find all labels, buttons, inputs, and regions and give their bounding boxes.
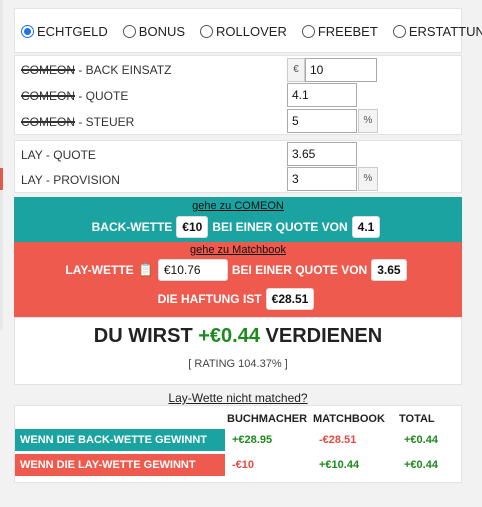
cell-bookmaker: -€10: [232, 459, 255, 471]
back-bet-card: COMEON - BACK EINSATZ € 10 COMEON - QUOT…: [14, 55, 462, 135]
goto-exchange-link[interactable]: gehe zu Matchbook: [14, 244, 462, 256]
table-row: WENN DIE LAY-WETTE GEWINNT -€10 +€10.44 …: [15, 454, 463, 476]
radio-label: ROLLOVER: [216, 24, 287, 39]
radio-bonus[interactable]: BONUS: [122, 24, 186, 39]
lay-odds-label: LAY - QUOTE: [21, 148, 96, 162]
lay-commission-row: LAY - PROVISION 3 %: [15, 167, 461, 193]
lay-result-mid: BEI EINER QUOTE VON: [231, 263, 368, 277]
table-row: WENN DIE BACK-WETTE GEWINNT +€28.95 -€28…: [15, 429, 463, 451]
back-tax-row: COMEON - STEUER 5 %: [15, 109, 461, 135]
profit-headline: DU WIRST +€0.44 VERDIENEN: [15, 325, 461, 348]
profit-amount: +€0.44: [198, 325, 260, 347]
back-stake-row: COMEON - BACK EINSATZ € 10: [15, 57, 461, 83]
bet-type-radio-group: ECHTGELD BONUS ROLLOVER FREEBET ERSTATTU…: [15, 9, 482, 54]
back-result-panel: gehe zu COMEON BACK-WETTE €10 BEI EINER …: [14, 197, 462, 242]
outcome-table: BUCHMACHER MATCHBOOK TOTAL WENN DIE BACK…: [14, 405, 462, 483]
percent-addon: %: [358, 167, 378, 191]
back-result-line: BACK-WETTE €10 BEI EINER QUOTE VON 4.1: [14, 216, 462, 238]
lay-result-prefix: LAY-WETTE: [65, 263, 134, 277]
back-tax-label: COMEON - STEUER: [21, 115, 134, 129]
cell-total: +€0.44: [404, 459, 438, 471]
lay-stake-chip: €10.76: [157, 259, 228, 281]
back-odds-input[interactable]: 4.1: [287, 83, 357, 107]
cell-total: +€0.44: [404, 434, 438, 446]
row-label-lay-wins: WENN DIE LAY-WETTE GEWINNT: [15, 454, 225, 476]
back-stake-label-text: - BACK EINSATZ: [75, 63, 172, 77]
currency-addon: €: [287, 58, 305, 82]
header-exchange: MATCHBOOK: [313, 413, 385, 425]
rating-text: [ RATING 104.37% ]: [188, 358, 288, 370]
lay-not-matched-link[interactable]: Lay-Wette nicht matched?: [14, 391, 462, 405]
radio-unchecked-icon[interactable]: [392, 25, 406, 38]
back-odds-label-text: - QUOTE: [75, 89, 129, 103]
row-label-back-wins: WENN DIE BACK-WETTE GEWINNT: [15, 429, 225, 451]
back-odds-chip: 4.1: [351, 216, 381, 238]
radio-erstattung[interactable]: ERSTATTUNG: [392, 24, 482, 39]
header-total: TOTAL: [399, 413, 435, 425]
clipboard-icon[interactable]: 📋: [138, 262, 154, 278]
radio-freebet[interactable]: FREEBET: [301, 24, 378, 39]
header-bookmaker: BUCHMACHER: [227, 413, 308, 425]
profit-suffix: VERDIENEN: [259, 325, 383, 347]
back-stake-input[interactable]: 10: [305, 58, 377, 82]
left-error-marker: [0, 168, 3, 190]
radio-unchecked-icon[interactable]: [200, 25, 214, 38]
back-stake-chip: €10: [176, 216, 209, 238]
back-tax-input[interactable]: 5: [287, 109, 357, 133]
lay-result-line: LAY-WETTE 📋 €10.76 BEI EINER QUOTE VON 3…: [14, 259, 462, 281]
radio-checked-icon[interactable]: [21, 25, 34, 38]
radio-unchecked-icon[interactable]: [301, 25, 315, 38]
lay-odds-chip: 3.65: [371, 259, 407, 281]
bet-type-card: ECHTGELD BONUS ROLLOVER FREEBET ERSTATTU…: [14, 8, 482, 54]
liability-line: DIE HAFTUNG IST €28.51: [14, 288, 462, 310]
back-result-prefix: BACK-WETTE: [91, 220, 173, 234]
back-stake-label: COMEON - BACK EINSATZ: [21, 63, 171, 77]
back-tax-label-text: - STEUER: [75, 115, 135, 129]
radio-label: FREEBET: [317, 24, 378, 39]
radio-rollover[interactable]: ROLLOVER: [200, 24, 287, 39]
result-card: gehe zu COMEON BACK-WETTE €10 BEI EINER …: [14, 197, 462, 385]
bookmaker-name-struck: COMEON: [21, 89, 75, 103]
radio-label: ECHTGELD: [37, 24, 108, 39]
percent-addon: %: [358, 109, 378, 133]
liability-label: DIE HAFTUNG IST: [157, 292, 262, 306]
bookmaker-name-struck: COMEON: [21, 115, 75, 129]
cell-exchange: +€10.44: [319, 459, 360, 471]
left-stripe: [0, 0, 3, 330]
liability-chip: €28.51: [265, 288, 315, 310]
back-odds-row: COMEON - QUOTE 4.1: [15, 83, 461, 109]
back-result-mid: BEI EINER QUOTE VON: [212, 220, 348, 234]
radio-label: ERSTATTUNG: [408, 24, 482, 39]
profit-summary: DU WIRST +€0.44 VERDIENEN [ RATING 104.3…: [14, 317, 462, 385]
radio-echtgeld[interactable]: ECHTGELD: [21, 24, 108, 39]
profit-prefix: DU WIRST: [93, 325, 199, 347]
cell-bookmaker: +€28.95: [232, 434, 273, 446]
lay-commission-label: LAY - PROVISION: [21, 173, 120, 187]
bookmaker-name-struck: COMEON: [21, 63, 75, 77]
cell-exchange: -€28.51: [319, 434, 357, 446]
lay-bet-card: LAY - QUOTE 3.65 LAY - PROVISION 3 %: [14, 140, 462, 193]
radio-label: BONUS: [138, 24, 186, 39]
goto-bookmaker-link[interactable]: gehe zu COMEON: [14, 200, 462, 212]
lay-commission-input[interactable]: 3: [287, 167, 357, 191]
lay-odds-row: LAY - QUOTE 3.65: [15, 142, 461, 168]
back-odds-label: COMEON - QUOTE: [21, 89, 128, 103]
radio-unchecked-icon[interactable]: [122, 25, 136, 38]
lay-result-panel: gehe zu Matchbook LAY-WETTE 📋 €10.76 BEI…: [14, 242, 462, 317]
lay-odds-input[interactable]: 3.65: [287, 142, 357, 166]
